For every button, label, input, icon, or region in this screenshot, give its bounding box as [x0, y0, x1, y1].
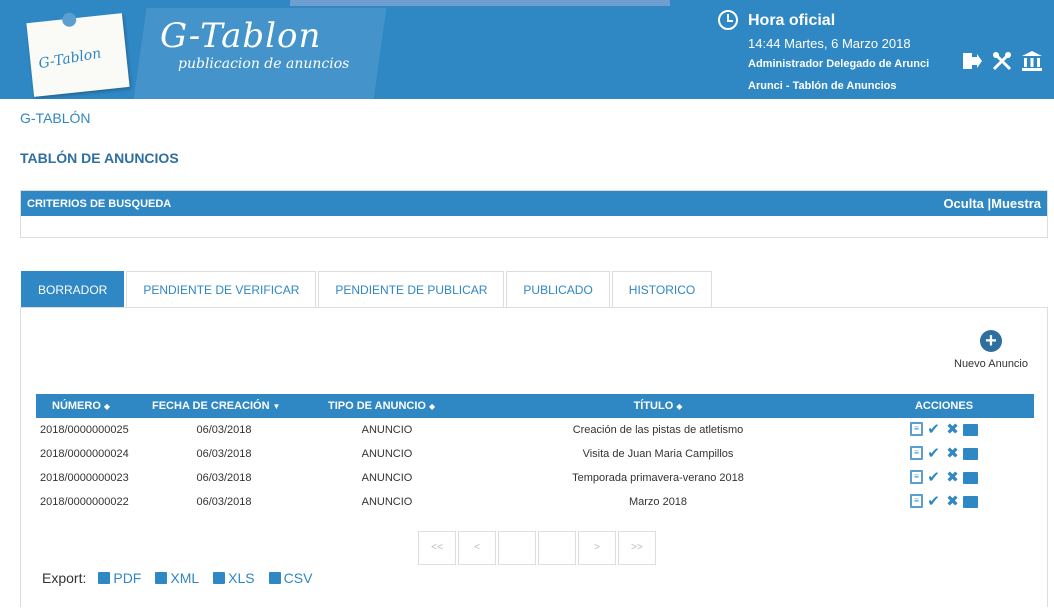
tab-publicado[interactable]: PUBLICADO — [506, 271, 610, 307]
new-announcement-button[interactable]: + Nuevo Anuncio — [946, 330, 1036, 370]
prev-page-button[interactable]: < — [458, 531, 496, 565]
cell-acciones: ≡ ✔ ✖ — [854, 470, 1034, 486]
sort-icon: ◆ — [429, 402, 436, 411]
pagination: << < > >> — [418, 531, 656, 565]
folder-icon[interactable] — [963, 472, 978, 484]
search-criteria-panel: CRITERIOS DE BUSQUEDA Oculta |Muestra — [20, 190, 1048, 238]
search-criteria-toggle[interactable]: Oculta |Muestra — [943, 196, 1041, 211]
first-page-button[interactable]: << — [418, 531, 456, 565]
column-header-numero[interactable]: NÚMERO ◆ — [36, 400, 136, 412]
brand-subtitle: publicacion de anuncios — [178, 56, 350, 72]
table-row: 2018/0000000024 06/03/2018 ANUNCIO Visit… — [36, 442, 1034, 466]
export-csv-link[interactable]: CSV — [268, 570, 312, 586]
column-header-fecha[interactable]: FECHA DE CREACIÓN ▼ — [136, 400, 312, 412]
edit-icon[interactable]: ≡ — [910, 422, 923, 436]
sort-icon: ◆ — [676, 402, 683, 411]
folder-icon[interactable] — [963, 424, 978, 436]
logo-text: G-Tablon — [37, 45, 103, 73]
cell-titulo: Creación de las pistas de atletismo — [572, 424, 744, 436]
verify-check-icon[interactable]: ✔ — [925, 446, 942, 462]
delete-x-icon[interactable]: ✖ — [944, 446, 961, 462]
cell-acciones: ≡ ✔ ✖ — [854, 422, 1034, 438]
delete-x-icon[interactable]: ✖ — [944, 494, 961, 510]
cell-numero: 2018/0000000022 — [40, 496, 129, 508]
current-user: Administrador Delegado de Arunci — [748, 58, 930, 70]
cell-tipo: ANUNCIO — [361, 496, 413, 508]
folder-icon[interactable] — [963, 448, 978, 460]
sort-desc-icon: ▼ — [272, 402, 281, 411]
delete-x-icon[interactable]: ✖ — [944, 470, 961, 486]
export-bar: Export: PDF XML XLS CSV — [42, 570, 326, 586]
table-row: 2018/0000000022 06/03/2018 ANUNCIO Marzo… — [36, 490, 1034, 514]
delete-x-icon[interactable]: ✖ — [944, 422, 961, 438]
cell-titulo: Marzo 2018 — [628, 496, 688, 508]
sort-icon: ◆ — [103, 402, 111, 411]
institution-icon[interactable] — [1020, 50, 1044, 74]
official-time-title: Hora oficial — [748, 12, 836, 29]
cell-numero: 2018/0000000024 — [40, 448, 129, 460]
column-header-acciones: ACCIONES — [914, 400, 974, 412]
tab-borrador[interactable]: BORRADOR — [21, 271, 125, 307]
tools-icon[interactable] — [990, 50, 1014, 74]
cell-titulo: Temporada primavera-verano 2018 — [572, 472, 744, 484]
announcements-table: NÚMERO ◆ FECHA DE CREACIÓN ▼ TIPO DE ANUNC… — [36, 394, 1034, 514]
export-pdf-link[interactable]: PDF — [98, 570, 141, 586]
verify-check-icon[interactable]: ✔ — [925, 422, 942, 438]
table-row: 2018/0000000025 06/03/2018 ANUNCIO Creac… — [36, 418, 1034, 442]
status-tabs: BORRADOR PENDIENTE DE VERIFICAR PENDIENT… — [21, 271, 714, 307]
csv-file-icon — [268, 572, 281, 584]
header-actions — [960, 50, 1044, 74]
cell-titulo: Visita de Juan Maria Campillos — [582, 448, 734, 460]
cell-fecha: 06/03/2018 — [196, 424, 252, 436]
tab-pendiente-publicar[interactable]: PENDIENTE DE PUBLICAR — [318, 271, 505, 307]
cell-fecha: 06/03/2018 — [196, 448, 252, 460]
cell-fecha: 06/03/2018 — [196, 472, 252, 484]
current-organization: Arunci - Tablón de Anuncios — [748, 80, 897, 92]
xls-file-icon — [213, 572, 226, 584]
plus-icon: + — [980, 330, 1002, 352]
cell-tipo: ANUNCIO — [361, 424, 413, 436]
brand-title: G-Tablon — [160, 16, 322, 56]
header-decoration-strip — [290, 0, 670, 6]
page-button[interactable] — [538, 531, 576, 565]
cell-numero: 2018/0000000023 — [40, 472, 129, 484]
next-page-button[interactable]: > — [578, 531, 616, 565]
table-header: NÚMERO ◆ FECHA DE CREACIÓN ▼ TIPO DE ANUNC… — [36, 394, 1034, 418]
search-criteria-label: CRITERIOS DE BUSQUEDA — [27, 197, 172, 210]
app-header: G-Tablon G-Tablon publicacion de anuncio… — [0, 0, 1054, 99]
pin-icon — [61, 12, 77, 28]
cell-acciones: ≡ ✔ ✖ — [854, 446, 1034, 462]
export-xml-link[interactable]: XML — [155, 570, 199, 586]
cell-tipo: ANUNCIO — [361, 448, 413, 460]
breadcrumb[interactable]: G-TABLÓN — [20, 110, 91, 126]
new-announcement-label: Nuevo Anuncio — [954, 358, 1028, 370]
cell-fecha: 06/03/2018 — [196, 496, 252, 508]
page-title: TABLÓN DE ANUNCIOS — [20, 150, 179, 166]
xml-file-icon — [155, 572, 168, 584]
search-criteria-bar: CRITERIOS DE BUSQUEDA Oculta |Muestra — [21, 191, 1047, 216]
verify-check-icon[interactable]: ✔ — [925, 494, 942, 510]
edit-icon[interactable]: ≡ — [910, 470, 923, 484]
column-header-titulo[interactable]: TÍTULO ◆ — [462, 400, 854, 412]
tab-historico[interactable]: HISTORICO — [611, 271, 713, 307]
cell-numero: 2018/0000000025 — [40, 424, 129, 436]
clock-icon — [718, 10, 738, 30]
edit-icon[interactable]: ≡ — [910, 494, 923, 508]
export-xls-link[interactable]: XLS — [213, 570, 255, 586]
official-time-value: 14:44 Martes, 6 Marzo 2018 — [748, 36, 911, 51]
folder-icon[interactable] — [963, 496, 978, 508]
export-label: Export: — [42, 570, 87, 586]
last-page-button[interactable]: >> — [618, 531, 656, 565]
table-row: 2018/0000000023 06/03/2018 ANUNCIO Tempo… — [36, 466, 1034, 490]
page-button[interactable] — [498, 531, 536, 565]
verify-check-icon[interactable]: ✔ — [925, 470, 942, 486]
tab-pendiente-verificar[interactable]: PENDIENTE DE VERIFICAR — [126, 271, 317, 307]
logout-icon[interactable] — [960, 50, 984, 74]
cell-tipo: ANUNCIO — [361, 472, 413, 484]
edit-icon[interactable]: ≡ — [910, 446, 923, 460]
cell-acciones: ≡ ✔ ✖ — [854, 494, 1034, 510]
column-header-tipo[interactable]: TIPO DE ANUNCIO ◆ — [312, 400, 462, 412]
logo[interactable]: G-Tablon — [26, 12, 130, 97]
pdf-file-icon — [98, 572, 111, 584]
